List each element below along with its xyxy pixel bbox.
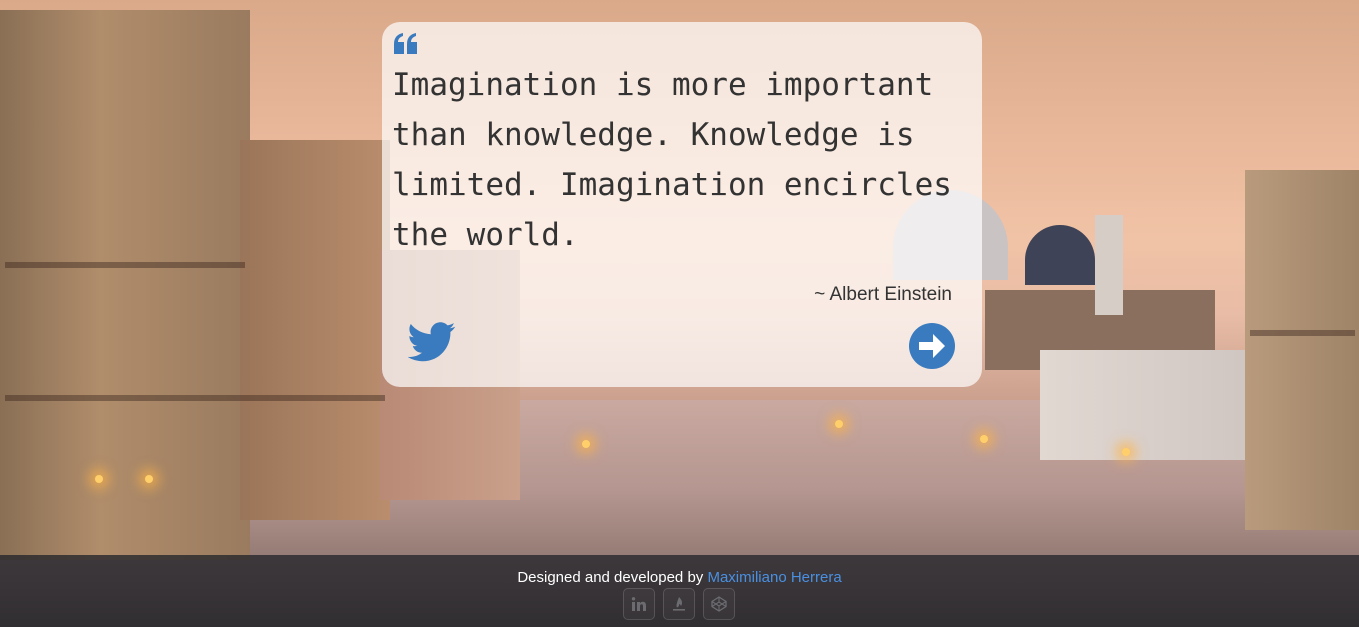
balcony <box>1250 330 1355 336</box>
linkedin-button[interactable] <box>623 588 655 620</box>
quote-card: Imagination is more important than knowl… <box>382 22 982 387</box>
codepen-button[interactable] <box>703 588 735 620</box>
tweet-button[interactable] <box>407 322 458 366</box>
linkedin-icon <box>631 597 646 611</box>
arrow-right-circle-icon <box>909 323 955 369</box>
balcony <box>5 262 245 268</box>
next-quote-button[interactable] <box>908 322 956 370</box>
street-lamp <box>1122 448 1130 456</box>
quote-text: Imagination is more important than knowl… <box>392 67 952 253</box>
street-lamp <box>980 435 988 443</box>
building <box>1245 170 1359 530</box>
credits: Designed and developed by Maximiliano He… <box>0 569 1359 586</box>
codepen-icon <box>711 596 727 612</box>
street-lamp <box>582 440 590 448</box>
balcony <box>245 395 385 401</box>
building <box>1040 350 1250 460</box>
bell-tower <box>1095 215 1123 315</box>
church-dome <box>1025 225 1095 285</box>
twitter-icon <box>407 322 456 362</box>
freecodecamp-button[interactable] <box>663 588 695 620</box>
balcony <box>5 395 245 401</box>
footer: Designed and developed by Maximiliano He… <box>0 555 1359 627</box>
building <box>240 140 390 520</box>
credit-prefix: Designed and developed by <box>517 569 708 586</box>
street-lamp <box>145 475 153 483</box>
quote-icon <box>394 33 417 54</box>
street-lamp <box>95 475 103 483</box>
author-link[interactable]: Maximiliano Herrera <box>707 569 841 586</box>
building <box>0 10 250 560</box>
quote-author: ~ Albert Einstein <box>814 284 952 305</box>
freecodecamp-icon <box>673 597 685 611</box>
street-lamp <box>835 420 843 428</box>
